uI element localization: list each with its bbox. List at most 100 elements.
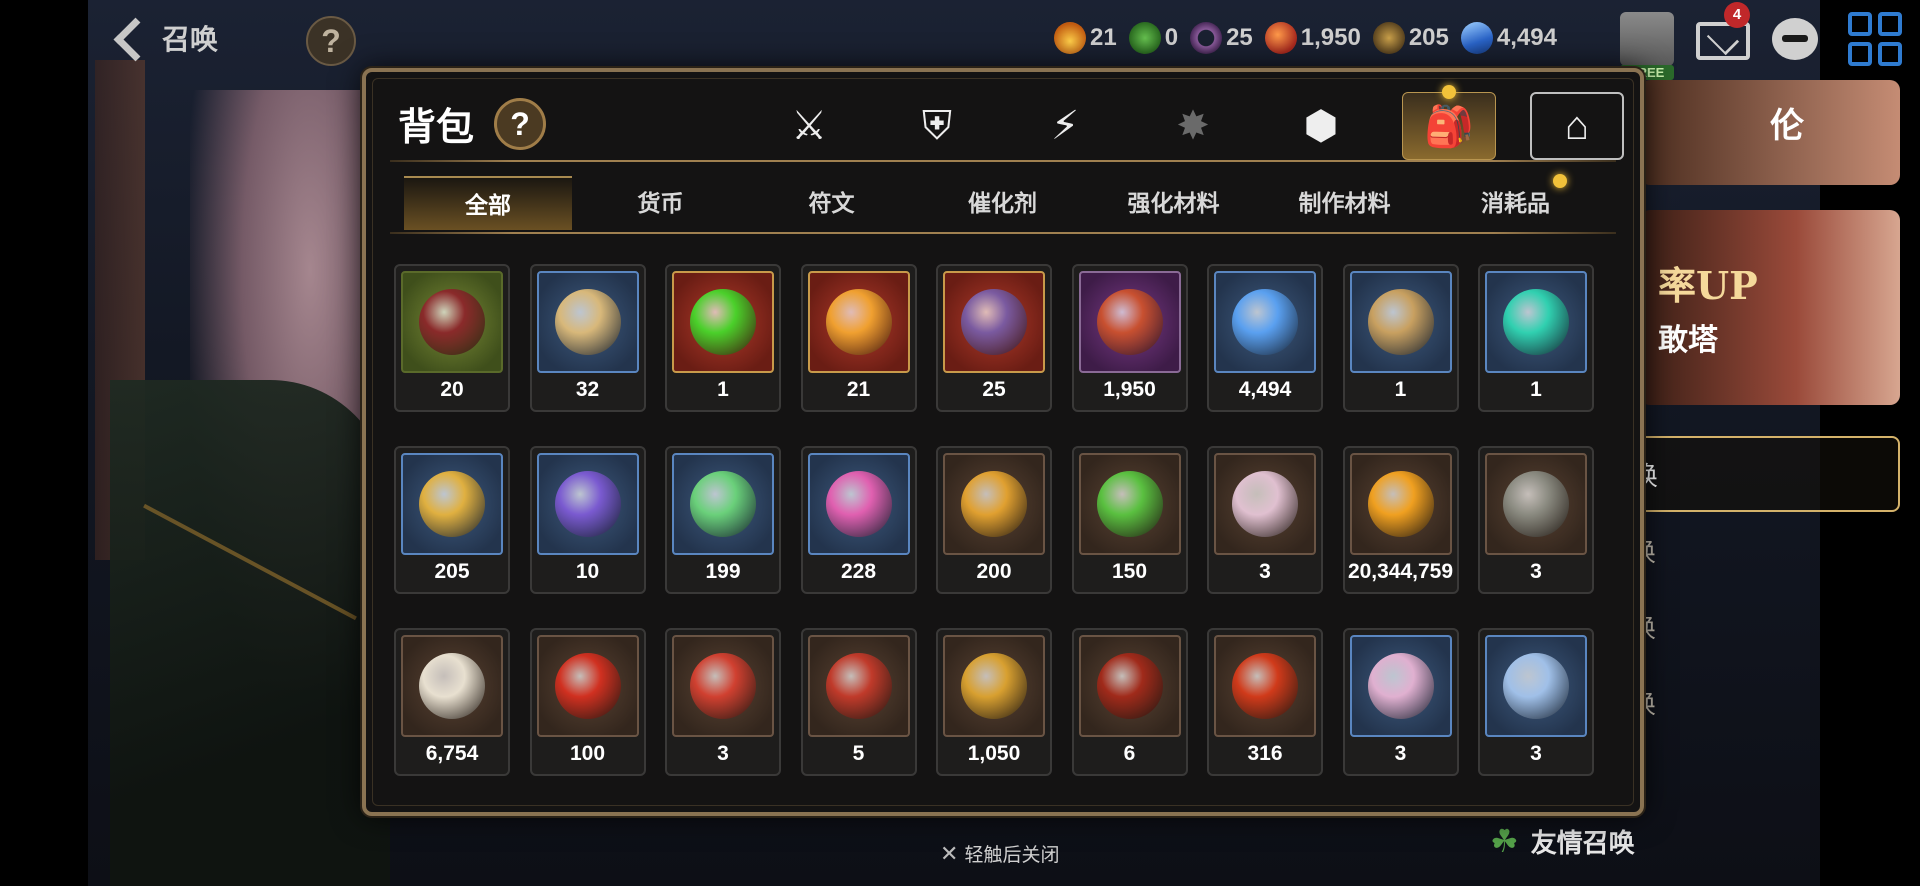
inventory-slot[interactable]: 6,754 bbox=[394, 628, 510, 776]
item-art bbox=[961, 289, 1027, 355]
inventory-slot[interactable]: 1 bbox=[1342, 264, 1459, 412]
inventory-slot[interactable]: 205 bbox=[394, 446, 510, 594]
tap-to-close-hint[interactable]: ✕ 轻触后关闭 bbox=[940, 840, 1059, 867]
category-tab-lightning[interactable]: ⚡ bbox=[1018, 92, 1112, 160]
modal-title: 背包 bbox=[398, 107, 475, 149]
item-quantity: 20,344,759 bbox=[1347, 560, 1454, 583]
inventory-slot[interactable]: 199 bbox=[665, 446, 781, 594]
inventory-slot[interactable]: 150 bbox=[1071, 446, 1188, 594]
category-tab-storehouse[interactable]: ⌂ bbox=[1530, 92, 1624, 160]
item-art bbox=[961, 653, 1027, 719]
category-tab-sword-shield[interactable]: ⚔ bbox=[762, 92, 856, 160]
inventory-slot[interactable]: 1 bbox=[1478, 264, 1594, 412]
currency-clover[interactable]: 0 bbox=[1128, 22, 1178, 54]
item-quantity: 1,050 bbox=[967, 742, 1021, 765]
item-art bbox=[554, 289, 621, 355]
inventory-slot[interactable]: 3 bbox=[1207, 446, 1323, 594]
inventory-slot[interactable]: 25 bbox=[936, 264, 1052, 412]
item-art bbox=[1367, 471, 1434, 537]
violet-stone-icon bbox=[536, 453, 639, 555]
tab-consumables[interactable]: 消耗品 bbox=[1430, 174, 1601, 230]
mail-button[interactable]: 4 bbox=[1696, 2, 1750, 66]
event-banner-rateup[interactable]: 率UP 敢塔 bbox=[1640, 210, 1900, 405]
item-art bbox=[554, 653, 621, 719]
category-tab-backpack[interactable]: 🎒 bbox=[1402, 85, 1496, 160]
item-art bbox=[690, 289, 756, 355]
inventory-slot[interactable]: 32 bbox=[529, 264, 646, 412]
friend-summon-button[interactable]: ☘ 友情召唤 bbox=[1490, 822, 1635, 860]
item-art bbox=[419, 471, 485, 537]
item-art bbox=[1232, 653, 1298, 719]
item-art bbox=[1096, 653, 1163, 719]
item-quantity: 10 bbox=[575, 560, 600, 583]
inventory-slot[interactable]: 1,950 bbox=[1071, 264, 1188, 412]
tab-currency[interactable]: 货币 bbox=[575, 176, 746, 230]
summon-menu-item[interactable]: 唤 bbox=[1610, 436, 1900, 512]
pink-chest-icon bbox=[1349, 635, 1452, 737]
amber-crystal-icon bbox=[807, 271, 910, 373]
inventory-slot[interactable]: 316 bbox=[1207, 628, 1323, 776]
inventory-slot[interactable]: 6 bbox=[1071, 628, 1188, 776]
inventory-slot[interactable]: 3 bbox=[1342, 628, 1459, 776]
clover-icon: ☘ bbox=[1490, 823, 1519, 859]
tab-enhance-materials[interactable]: 强化材料 bbox=[1088, 176, 1259, 230]
item-quantity: 100 bbox=[569, 742, 606, 765]
summon-menu-item[interactable]: 唤 bbox=[1610, 512, 1900, 588]
tab-crafting-materials[interactable]: 制作材料 bbox=[1259, 176, 1430, 230]
inventory-slot[interactable]: 228 bbox=[800, 446, 917, 594]
event-banner-top[interactable]: 伦 bbox=[1640, 80, 1900, 185]
item-art bbox=[419, 653, 485, 719]
inventory-slot[interactable]: 100 bbox=[529, 628, 646, 776]
back-button[interactable]: 召唤 bbox=[112, 16, 218, 60]
inventory-slot[interactable]: 21 bbox=[800, 264, 917, 412]
summon-menu-item[interactable]: 唤 bbox=[1610, 588, 1900, 664]
currency-ring[interactable]: 25 bbox=[1190, 22, 1253, 54]
inventory-slot[interactable]: 1,050 bbox=[936, 628, 1052, 776]
currency-rune[interactable]: 205 bbox=[1372, 22, 1449, 54]
item-art bbox=[961, 471, 1027, 537]
help-icon[interactable]: ? bbox=[494, 98, 546, 150]
inventory-slot[interactable]: 3 bbox=[1478, 446, 1594, 594]
category-tab-dice[interactable]: ⬢ bbox=[1274, 92, 1368, 160]
rateup-text: 率UP bbox=[1658, 263, 1758, 308]
currency-crystal[interactable]: 4,494 bbox=[1460, 22, 1557, 54]
chat-button[interactable] bbox=[1772, 12, 1826, 66]
item-quantity: 199 bbox=[705, 560, 741, 583]
item-grid-viewport[interactable]: 12102010101010102032121251,9504,49411205… bbox=[394, 236, 1614, 808]
inventory-slot[interactable]: 1 bbox=[665, 264, 781, 412]
inventory-slot[interactable]: 4,494 bbox=[1207, 264, 1323, 412]
inventory-slot[interactable]: 3 bbox=[665, 628, 781, 776]
notice-dot bbox=[1553, 174, 1567, 188]
item-art bbox=[1503, 653, 1569, 719]
category-tab-broken-shield[interactable]: ⛨ bbox=[890, 92, 984, 160]
shop-icon[interactable]: FREE bbox=[1620, 12, 1674, 80]
menu-grid-icon[interactable] bbox=[1848, 12, 1902, 66]
chevron-left-icon bbox=[112, 16, 142, 60]
inventory-slot[interactable]: 20,344,759 bbox=[1342, 446, 1459, 594]
currency-flame[interactable]: 21 bbox=[1054, 22, 1117, 54]
summon-menu-list: 唤 唤 唤 唤 bbox=[1610, 436, 1900, 740]
category-tab-spiky-artifact[interactable]: ✸ bbox=[1146, 92, 1240, 160]
inventory-slot[interactable]: 200 bbox=[936, 446, 1052, 594]
inventory-modal: 背包 ? ⚔ ⛨ ⚡ ✸ ⬢ 🎒 ⌂ 全部 货币 符文 催化剂 强化材料 制作材料 消耗品 … bbox=[362, 68, 1644, 816]
currency-fire-orb[interactable]: 1,950 bbox=[1264, 22, 1361, 54]
tab-catalysts[interactable]: 催化剂 bbox=[917, 176, 1088, 230]
summon-menu-item[interactable]: 唤 bbox=[1610, 664, 1900, 740]
teal-crystal-icon bbox=[1485, 271, 1587, 373]
inventory-slot[interactable]: 10 bbox=[529, 446, 646, 594]
item-art bbox=[1232, 289, 1298, 355]
currency-value: 21 bbox=[1090, 24, 1117, 51]
inventory-slot[interactable]: 3 bbox=[1478, 628, 1594, 776]
mail-icon bbox=[1696, 22, 1750, 60]
rateup-subtext: 敢塔 bbox=[1658, 324, 1718, 357]
tab-all[interactable]: 全部 bbox=[404, 176, 572, 230]
item-quantity: 3 bbox=[1530, 742, 1542, 765]
inventory-slot[interactable]: 5 bbox=[800, 628, 917, 776]
help-icon[interactable]: ? bbox=[306, 16, 356, 66]
tab-runes[interactable]: 符文 bbox=[746, 176, 917, 230]
inventory-slot[interactable]: 20 bbox=[394, 264, 510, 412]
item-quantity: 3 bbox=[1394, 742, 1407, 765]
blue-crystal-icon bbox=[1214, 271, 1316, 373]
item-quantity: 1 bbox=[1530, 378, 1542, 401]
green-heart-icon bbox=[1078, 453, 1181, 555]
